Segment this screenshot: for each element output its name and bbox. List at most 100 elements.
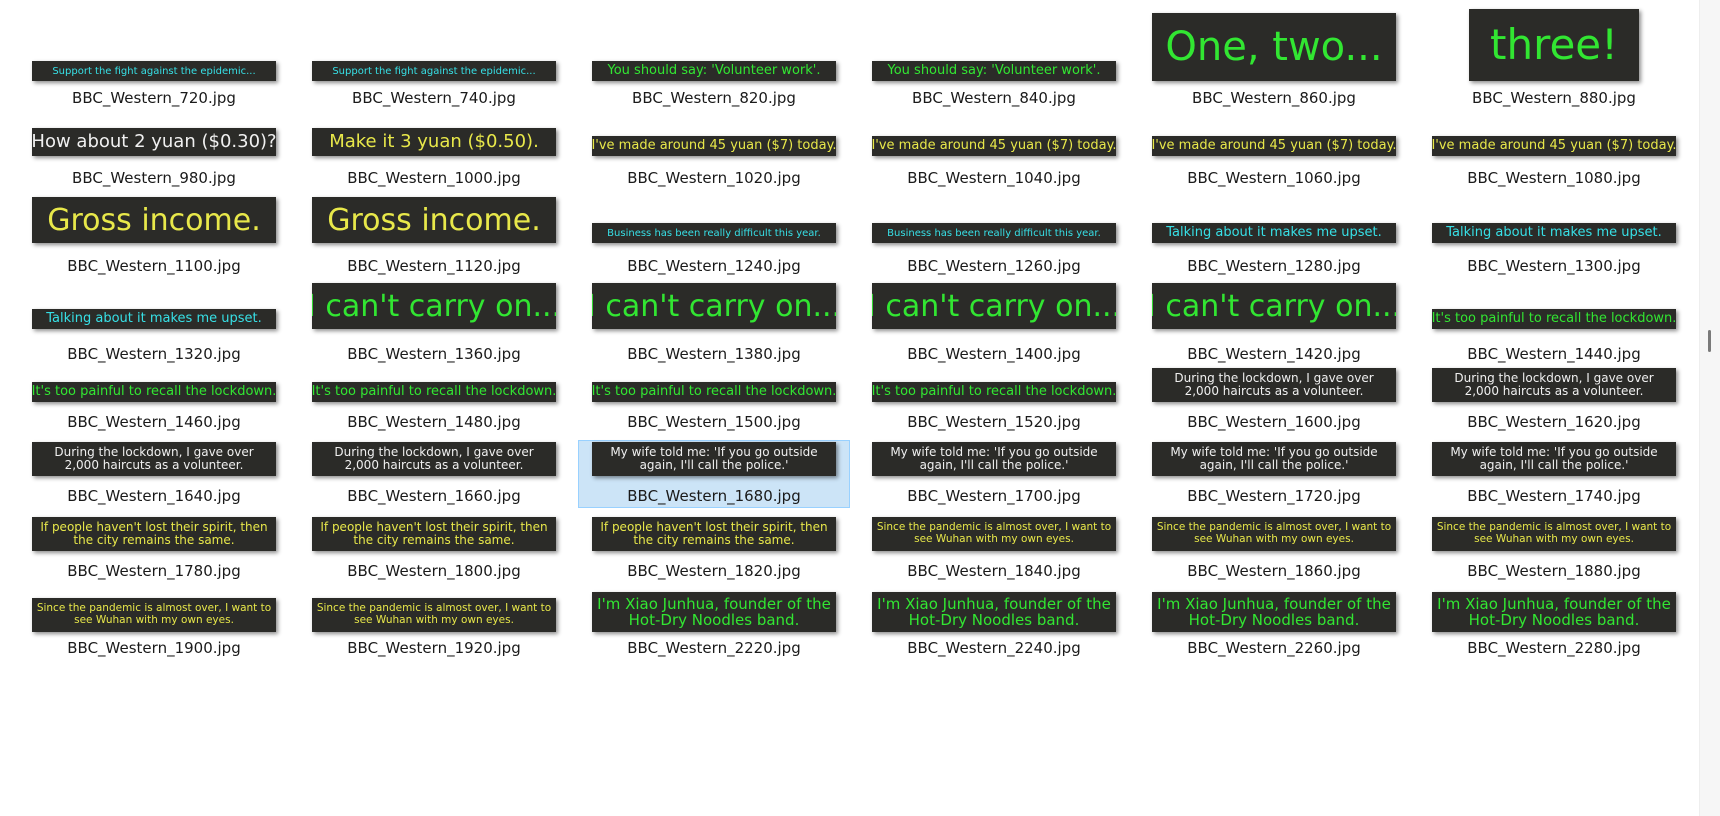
- file-thumbnail: During the lockdown, I gave over 2,000 h…: [1152, 368, 1396, 402]
- file-item[interactable]: Talking about it makes me upset. BBC_West…: [18, 278, 290, 364]
- file-thumbnail: Since the pandemic is almost over, I wan…: [1152, 517, 1396, 551]
- file-item[interactable]: I've made around 45 yuan ($7) today. BBC_…: [1418, 112, 1690, 188]
- file-name: BBC_Western_1700.jpg: [907, 487, 1081, 505]
- file-name: BBC_Western_1400.jpg: [907, 345, 1081, 363]
- file-item[interactable]: Since the pandemic is almost over, I wan…: [858, 515, 1130, 581]
- file-item[interactable]: My wife told me: 'If you go outside agai…: [578, 440, 850, 508]
- file-item[interactable]: I'm Xiao Junhua, founder of the Hot-Dry …: [858, 590, 1130, 658]
- file-item[interactable]: I can't carry on... BBC_Western_1360.jpg: [298, 278, 570, 364]
- file-item[interactable]: During the lockdown, I gave over 2,000 h…: [1418, 366, 1690, 432]
- file-item[interactable]: Since the pandemic is almost over, I wan…: [1138, 515, 1410, 581]
- file-item[interactable]: I can't carry on... BBC_Western_1420.jpg: [1138, 278, 1410, 364]
- file-thumbnail: It's too painful to recall the lockdown.: [32, 382, 276, 402]
- file-thumbnail: If people haven't lost their spirit, the…: [592, 517, 836, 551]
- file-item[interactable]: Talking about it makes me upset. BBC_West…: [1138, 188, 1410, 278]
- file-thumbnail: It's too painful to recall the lockdown.: [1432, 309, 1676, 329]
- file-thumbnail: It's too painful to recall the lockdown.: [592, 382, 836, 402]
- file-item[interactable]: Since the pandemic is almost over, I wan…: [18, 590, 290, 658]
- file-item[interactable]: I'm Xiao Junhua, founder of the Hot-Dry …: [1138, 590, 1410, 658]
- file-item[interactable]: I've made around 45 yuan ($7) today. BBC_…: [1138, 112, 1410, 188]
- file-item[interactable]: I'm Xiao Junhua, founder of the Hot-Dry …: [578, 590, 850, 658]
- file-item[interactable]: During the lockdown, I gave over 2,000 h…: [298, 440, 570, 508]
- file-thumbnail: If people haven't lost their spirit, the…: [312, 517, 556, 551]
- file-item[interactable]: Support the fight against the epidemic..…: [18, 4, 290, 108]
- file-item[interactable]: Since the pandemic is almost over, I wan…: [1418, 515, 1690, 581]
- file-item[interactable]: three! BBC_Western_880.jpg: [1418, 4, 1690, 108]
- file-name: BBC_Western_2260.jpg: [1187, 639, 1361, 657]
- file-name: BBC_Western_1460.jpg: [67, 413, 241, 431]
- file-thumbnail: My wife told me: 'If you go outside agai…: [1152, 442, 1396, 476]
- file-item[interactable]: If people haven't lost their spirit, the…: [298, 515, 570, 581]
- file-name: BBC_Western_1820.jpg: [627, 562, 801, 580]
- file-item[interactable]: Gross income. BBC_Western_1120.jpg: [298, 188, 570, 278]
- file-thumbnail: Since the pandemic is almost over, I wan…: [32, 598, 276, 632]
- file-thumbnail: I'm Xiao Junhua, founder of the Hot-Dry …: [592, 592, 836, 632]
- file-thumbnail: I've made around 45 yuan ($7) today.: [592, 136, 836, 156]
- file-item[interactable]: Business has been really difficult this …: [578, 188, 850, 278]
- file-item[interactable]: Support the fight against the epidemic..…: [298, 4, 570, 108]
- file-thumbnail: You should say: 'Volunteer work'.: [592, 61, 836, 81]
- file-name: BBC_Western_1860.jpg: [1187, 562, 1361, 580]
- file-item[interactable]: I've made around 45 yuan ($7) today. BBC_…: [578, 112, 850, 188]
- file-item[interactable]: It's too painful to recall the lockdown.…: [578, 366, 850, 432]
- file-item[interactable]: It's too painful to recall the lockdown.…: [1418, 278, 1690, 364]
- file-item[interactable]: If people haven't lost their spirit, the…: [578, 515, 850, 581]
- file-item[interactable]: My wife told me: 'If you go outside agai…: [858, 440, 1130, 508]
- file-item[interactable]: Talking about it makes me upset. BBC_West…: [1418, 188, 1690, 278]
- file-name: BBC_Western_1360.jpg: [347, 345, 521, 363]
- file-name: BBC_Western_1020.jpg: [627, 169, 801, 187]
- file-name: BBC_Western_1780.jpg: [67, 562, 241, 580]
- file-name: BBC_Western_1640.jpg: [67, 487, 241, 505]
- file-name: BBC_Western_1520.jpg: [907, 413, 1081, 431]
- file-item[interactable]: Since the pandemic is almost over, I wan…: [298, 590, 570, 658]
- file-name: BBC_Western_1500.jpg: [627, 413, 801, 431]
- file-name: BBC_Western_1740.jpg: [1467, 487, 1641, 505]
- file-name: BBC_Western_840.jpg: [912, 89, 1076, 107]
- file-name: BBC_Western_1720.jpg: [1187, 487, 1361, 505]
- file-item[interactable]: I can't carry on... BBC_Western_1380.jpg: [578, 278, 850, 364]
- file-item[interactable]: Business has been really difficult this …: [858, 188, 1130, 278]
- file-name: BBC_Western_1600.jpg: [1187, 413, 1361, 431]
- file-item[interactable]: If people haven't lost their spirit, the…: [18, 515, 290, 581]
- file-item[interactable]: One, two... BBC_Western_860.jpg: [1138, 4, 1410, 108]
- file-thumbnail: I've made around 45 yuan ($7) today.: [1432, 136, 1676, 156]
- file-thumbnail: I can't carry on...: [872, 283, 1116, 329]
- file-item[interactable]: My wife told me: 'If you go outside agai…: [1418, 440, 1690, 508]
- file-name: BBC_Western_740.jpg: [352, 89, 516, 107]
- file-item[interactable]: It's too painful to recall the lockdown.…: [18, 366, 290, 432]
- file-name: BBC_Western_1260.jpg: [907, 257, 1081, 275]
- file-thumbnail: It's too painful to recall the lockdown.: [872, 382, 1116, 402]
- file-name: BBC_Western_1280.jpg: [1187, 257, 1361, 275]
- file-item[interactable]: You should say: 'Volunteer work'. BBC_Wes…: [858, 4, 1130, 108]
- file-name: BBC_Western_880.jpg: [1472, 89, 1636, 107]
- file-item[interactable]: It's too painful to recall the lockdown.…: [298, 366, 570, 432]
- file-name: BBC_Western_2220.jpg: [627, 639, 801, 657]
- file-thumbnail: Make it 3 yuan ($0.50).: [312, 128, 556, 156]
- file-item[interactable]: It's too painful to recall the lockdown.…: [858, 366, 1130, 432]
- file-name: BBC_Western_860.jpg: [1192, 89, 1356, 107]
- file-item[interactable]: My wife told me: 'If you go outside agai…: [1138, 440, 1410, 508]
- file-name: BBC_Western_720.jpg: [72, 89, 236, 107]
- file-name: BBC_Western_1040.jpg: [907, 169, 1081, 187]
- file-name: BBC_Western_1100.jpg: [67, 257, 241, 275]
- file-name: BBC_Western_1120.jpg: [347, 257, 521, 275]
- file-thumbnail: My wife told me: 'If you go outside agai…: [1432, 442, 1676, 476]
- file-item[interactable]: I've made around 45 yuan ($7) today. BBC_…: [858, 112, 1130, 188]
- scrollbar-thumb[interactable]: [1708, 330, 1711, 352]
- file-item[interactable]: Make it 3 yuan ($0.50). BBC_Western_1000.…: [298, 112, 570, 188]
- file-thumbnail: You should say: 'Volunteer work'.: [872, 61, 1116, 81]
- vertical-scrollbar[interactable]: [1699, 0, 1720, 816]
- file-item[interactable]: I can't carry on... BBC_Western_1400.jpg: [858, 278, 1130, 364]
- file-item[interactable]: During the lockdown, I gave over 2,000 h…: [18, 440, 290, 508]
- file-item[interactable]: How about 2 yuan ($0.30)? BBC_Western_980…: [18, 112, 290, 188]
- file-item[interactable]: You should say: 'Volunteer work'. BBC_Wes…: [578, 4, 850, 108]
- file-item[interactable]: During the lockdown, I gave over 2,000 h…: [1138, 366, 1410, 432]
- file-name: BBC_Western_1380.jpg: [627, 345, 801, 363]
- file-name: BBC_Western_2240.jpg: [907, 639, 1081, 657]
- file-name: BBC_Western_1800.jpg: [347, 562, 521, 580]
- file-thumbnail: During the lockdown, I gave over 2,000 h…: [312, 442, 556, 476]
- file-item[interactable]: I'm Xiao Junhua, founder of the Hot-Dry …: [1418, 590, 1690, 658]
- file-thumbnail: Gross income.: [312, 197, 556, 243]
- file-thumbnail: It's too painful to recall the lockdown.: [312, 382, 556, 402]
- file-item[interactable]: Gross income. BBC_Western_1100.jpg: [18, 188, 290, 278]
